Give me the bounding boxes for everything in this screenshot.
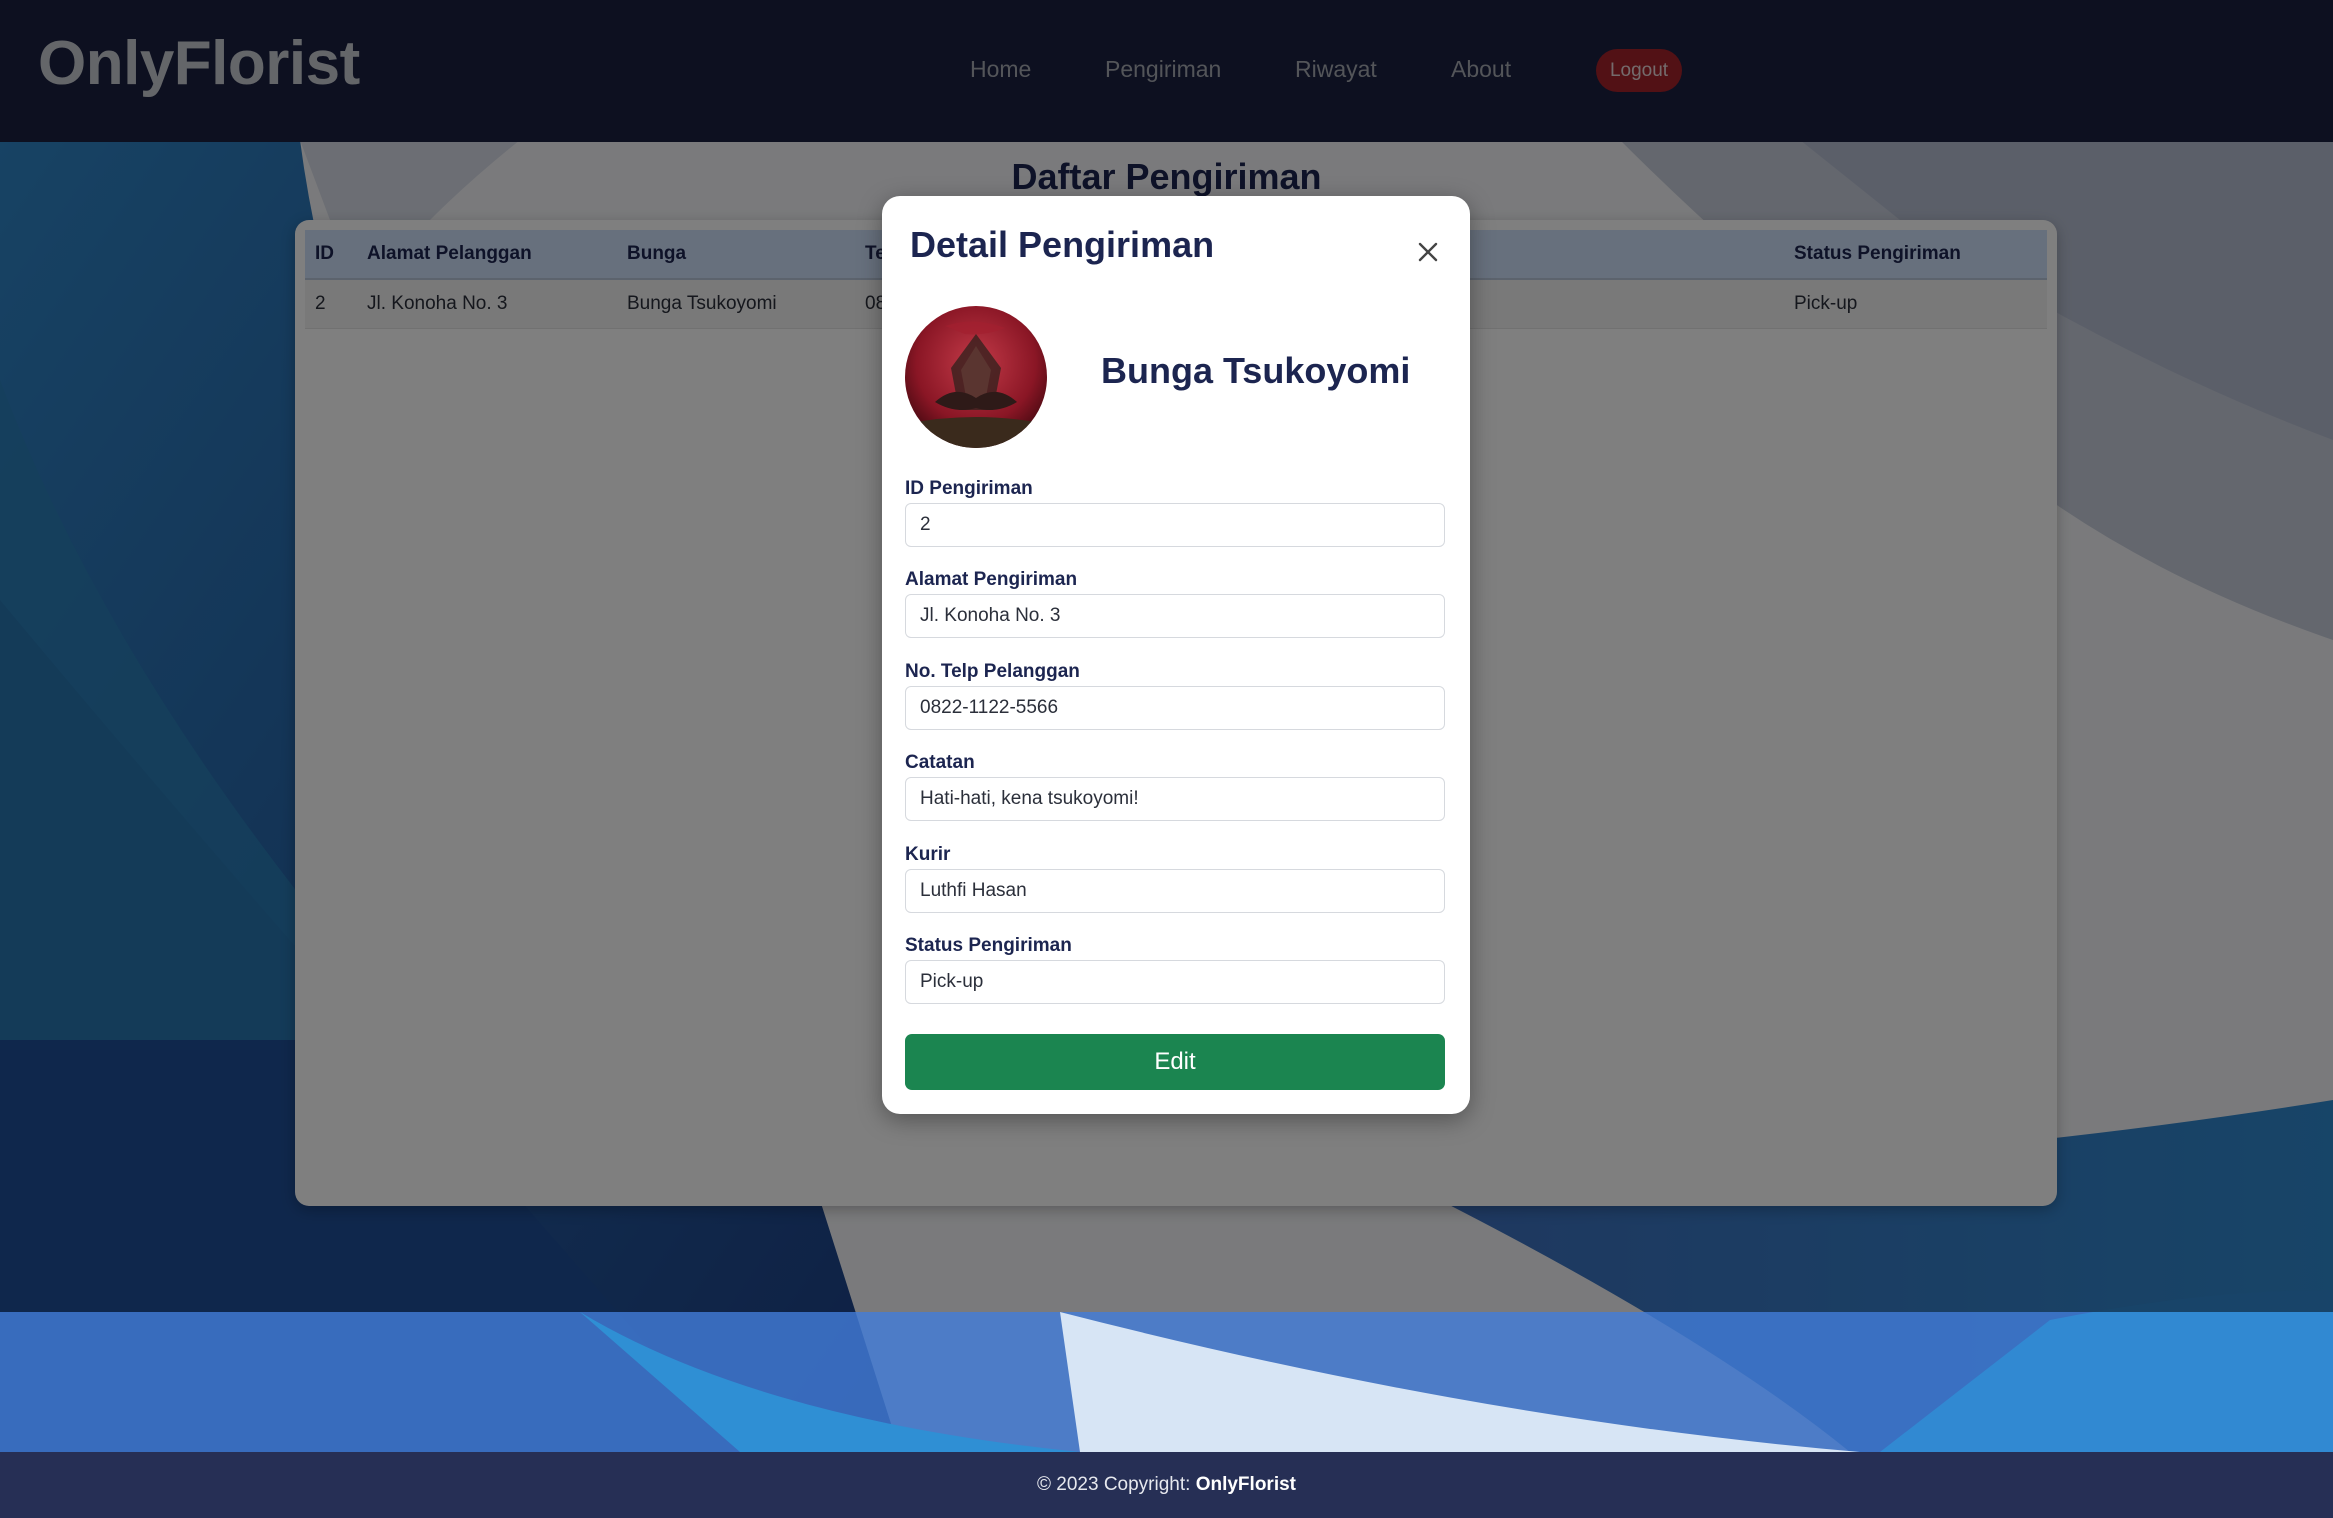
flower-name: Bunga Tsukoyomi	[1101, 350, 1411, 391]
label-no-telp: No. Telp Pelanggan	[905, 661, 1080, 682]
input-kurir[interactable]	[905, 869, 1445, 913]
close-icon[interactable]	[1412, 236, 1444, 268]
label-catatan: Catatan	[905, 752, 975, 773]
flower-avatar-image	[905, 306, 1047, 448]
input-catatan[interactable]	[905, 777, 1445, 821]
label-kurir: Kurir	[905, 844, 951, 865]
edit-button[interactable]: Edit	[905, 1034, 1445, 1090]
input-status-pengiriman[interactable]	[905, 960, 1445, 1004]
footer-brand: OnlyFlorist	[1195, 1474, 1296, 1495]
detail-modal: Detail Pengiriman Bunga Tsukoyomi ID Pen…	[882, 196, 1470, 1114]
input-no-telp[interactable]	[905, 686, 1445, 730]
footer: © 2023 Copyright: OnlyFlorist	[0, 1452, 2333, 1518]
input-alamat-pengiriman[interactable]	[905, 594, 1445, 638]
footer-copyright: © 2023 Copyright:	[1037, 1474, 1196, 1495]
modal-title: Detail Pengiriman	[910, 224, 1215, 265]
label-alamat-pengiriman: Alamat Pengiriman	[905, 569, 1078, 590]
label-id-pengiriman: ID Pengiriman	[905, 478, 1033, 499]
input-id-pengiriman[interactable]	[905, 503, 1445, 547]
label-status-pengiriman: Status Pengiriman	[905, 935, 1072, 956]
